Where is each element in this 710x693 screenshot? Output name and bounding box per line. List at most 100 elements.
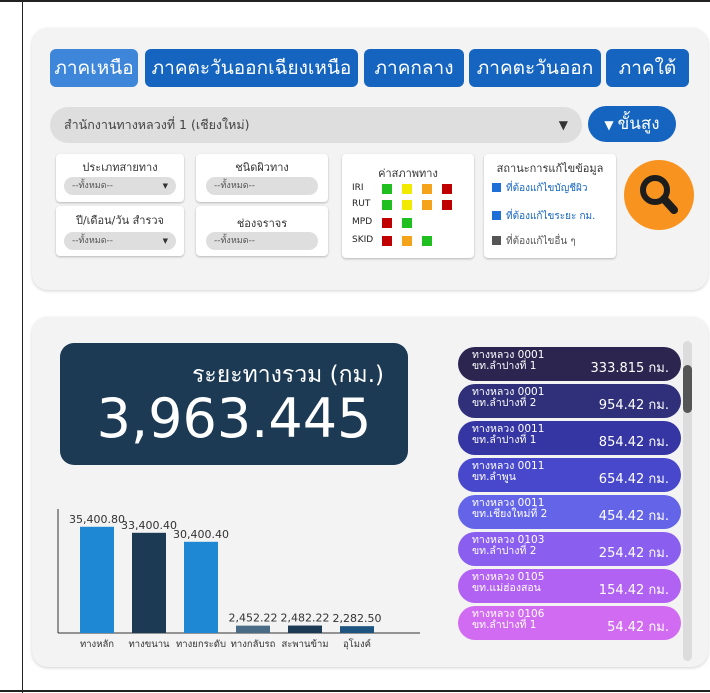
route-name: ทางหลวง 0103 ขท.ลำปางที่ 2 [472,535,544,557]
route-name: ทางหลวง 0011 ขท.เชียงใหม่ที่ 2 [472,498,547,520]
tab-central[interactable]: ภาคกลาง [364,49,464,87]
bar[interactable] [132,532,166,633]
condition-title: ค่าสภาพทาง [378,167,438,180]
data-status-legend: สถานะการแก้ไขข้อมูล ที่ต้องแก้ไขบัญชีผิว… [484,154,616,258]
route-section: ขท.ลำปางที่ 1 [472,619,537,631]
route-section: ขท.ลำปางที่ 1 [472,434,537,446]
search-button[interactable] [624,160,694,230]
route-item[interactable]: ทางหลวง 0106 ขท.ลำปางที่ 1 54.42 กม. [458,606,681,640]
facility-length-chart: 35,400.80 ทางหลัก 33,400.40 ทางขนาน 30,400.4… [57,509,420,650]
bar-value-label: 30,400.40 [173,528,229,541]
surface-type-filter: ชนิดผิวทาง --ทั้งหมด-- [196,154,328,202]
lane-select[interactable]: --ทั้งหมด-- [206,232,318,250]
magnifier-icon [640,175,678,214]
advanced-button-label: ขั้นสูง [617,114,660,134]
route-item[interactable]: ทางหลวง 0001 ขท.ลำปางที่ 2 954.42 กม. [458,384,681,418]
route-section: ขท.เชียงใหม่ที่ 2 [472,508,548,520]
condition-color-square [422,184,432,194]
route-name: ทางหลวง 0011 ขท.ลำพูน [472,461,544,483]
bar-value-label: 2,482.22 [281,612,330,625]
route-length: 254.42 กม. [598,546,669,561]
surface-type-label: ชนิดผิวทาง [235,161,289,174]
tab-south[interactable]: ภาคใต้ [606,49,689,87]
route-length: 954.42 กม. [598,398,669,413]
bar-value-label: 2,452.22 [229,612,278,625]
status-item-other[interactable]: ที่ต้องแก้ไขอื่น ๆ [492,234,576,249]
surface-type-select[interactable]: --ทั้งหมด-- [206,177,318,195]
bar[interactable] [80,526,114,633]
condition-legend: ค่าสภาพทาง IRI RUT MPD SKID [342,154,474,258]
category-label: สะพานข้าม [281,639,328,650]
mpd-label: MPD [352,217,373,227]
data-status-title: สถานะการแก้ไขข้อมูล [496,162,604,175]
route-length: 454.42 กม. [598,509,669,524]
road-type-filter: ประเภทสายทาง --ทั้งหมด-- ▼ [56,154,184,202]
route-section: ขท.ลำพูน [472,471,516,483]
summary-panel: ระยะทางรวม (กม.) 3,963.445 35,400.80 ทางห… [32,317,708,667]
lane-value: --ทั้งหมด-- [214,236,256,246]
category-label: ทางกลับรถ [231,639,276,650]
bar[interactable] [236,625,270,633]
route-item[interactable]: ทางหลวง 0103 ขท.ลำปางที่ 2 254.42 กม. [458,532,681,566]
total-distance-card: ระยะทางรวม (กม.) 3,963.445 [60,343,408,465]
route-section: ขท.ลำปางที่ 2 [472,545,537,557]
category-label: อุโมงค์ [343,638,371,650]
iri-label: IRI [352,183,364,193]
office-select[interactable]: สำนักงานทางหลวงที่ 1 (เชียงใหม่) ▼ [50,107,582,143]
route-list: ทางหลวง 0001 ขท.ลำปางที่ 1 333.815 กม. ทางห… [458,347,681,657]
status-square-icon [492,236,501,245]
route-section: ขท.ลำปางที่ 1 [472,360,537,372]
condition-color-square [442,200,452,210]
category-label: ทางยกระดับ [176,639,226,650]
bar-value-label: 33,400.40 [121,519,177,532]
condition-color-square [382,218,392,228]
route-item[interactable]: ทางหลวง 0011 ขท.เชียงใหม่ที่ 2 454.42 กม. [458,495,681,529]
rut-label: RUT [352,199,371,209]
condition-color-square [422,200,432,210]
status-square-icon [492,183,501,192]
route-item[interactable]: ทางหลวง 0105 ขท.แม่ฮ่องสอน 154.42 กม. [458,569,681,603]
bar-value-label: 35,400.80 [69,513,125,526]
survey-date-label: ปี/เดือน/วัน สำรวจ [75,214,165,227]
route-name: ทางหลวง 0001 ขท.ลำปางที่ 2 [472,387,544,409]
lane-label: ช่องจราจร [236,217,288,230]
survey-date-select[interactable]: --ทั้งหมด-- ▼ [64,232,176,250]
scrollbar-thumb[interactable] [683,365,692,413]
condition-color-square [442,184,452,194]
route-item[interactable]: ทางหลวง 0011 ขท.ลำพูน 654.42 กม. [458,458,681,492]
bar[interactable] [288,625,322,633]
caret-down-icon: ▼ [558,118,568,132]
status-item-distance[interactable]: ที่ต้องแก้ไขระยะ กม. [492,209,595,224]
frame-left-line [22,0,23,693]
caret-down-icon: ▼ [162,182,168,190]
tab-north[interactable]: ภาคเหนือ [50,49,138,87]
route-length: 654.42 กม. [598,472,669,487]
bar[interactable] [340,626,374,633]
status-item-label: ที่ต้องแก้ไขบัญชีผิว [506,183,588,194]
lane-filter: ช่องจราจร --ทั้งหมด-- [196,206,328,256]
route-list-scrollbar[interactable] [683,341,692,661]
route-section: ขท.แม่ฮ่องสอน [472,582,541,594]
bar-value-label: 2,282.50 [333,612,382,625]
condition-color-square [402,184,412,194]
route-length: 54.42 กม. [607,620,669,635]
route-name: ทางหลวง 0105 ขท.แม่ฮ่องสอน [472,572,544,594]
survey-date-filter: ปี/เดือน/วัน สำรวจ --ทั้งหมด-- ▼ [56,206,184,256]
status-item-surface[interactable]: ที่ต้องแก้ไขบัญชีผิว [492,181,587,196]
frame-top-line [0,0,710,2]
status-item-label: ที่ต้องแก้ไขระยะ กม. [506,211,596,222]
road-type-select[interactable]: --ทั้งหมด-- ▼ [64,177,176,195]
route-item[interactable]: ทางหลวง 0011 ขท.ลำปางที่ 1 854.42 กม. [458,421,681,455]
route-length: 854.42 กม. [598,435,669,450]
condition-color-square [382,236,392,246]
route-item[interactable]: ทางหลวง 0001 ขท.ลำปางที่ 1 333.815 กม. [458,347,681,381]
route-name: ทางหลวง 0106 ขท.ลำปางที่ 1 [472,609,544,631]
condition-color-square [402,236,412,246]
advanced-button[interactable]: ▼ ขั้นสูง [588,106,676,142]
condition-color-square [382,184,392,194]
bar[interactable] [184,541,218,633]
condition-color-square [402,218,412,228]
triangle-down-icon: ▼ [604,118,614,132]
tab-east[interactable]: ภาคตะวันออก [469,49,601,87]
tab-northeast[interactable]: ภาคตะวันออกเฉียงเหนือ [145,49,358,87]
